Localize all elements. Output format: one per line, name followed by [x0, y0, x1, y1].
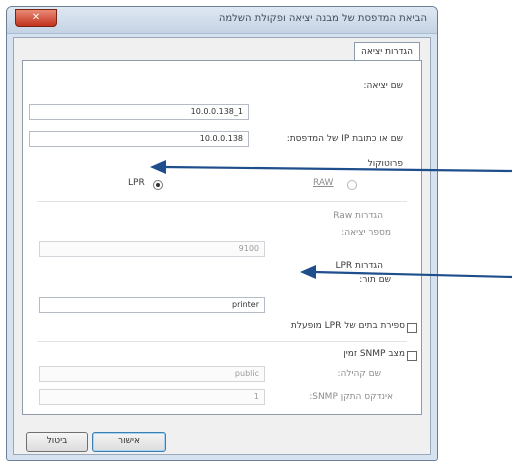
dialog-body: הגדרות יציאה שם יציאה: 10.0.0.138_1 שם א…	[13, 37, 431, 455]
lpr-radio[interactable]	[153, 180, 163, 190]
snmp-device-index-field[interactable]: 1	[39, 389, 265, 405]
port-name-field[interactable]: 10.0.0.138_1	[29, 104, 249, 120]
raw-radio[interactable]	[347, 180, 357, 190]
separator	[37, 201, 407, 202]
printer-address-label: שם או כתובת IP של המדפסת:	[286, 134, 403, 144]
community-name-label: שם קהילה:	[337, 369, 381, 379]
raw-port-number-field[interactable]: 9100	[39, 241, 265, 257]
ok-button[interactable]: אישור	[92, 432, 166, 452]
queue-name-field[interactable]: printer	[39, 297, 265, 313]
separator	[37, 341, 407, 342]
arrow-to-queue-name-icon	[300, 265, 512, 279]
lpr-byte-count-checkbox[interactable]	[407, 323, 417, 333]
title-bar: ✕ הביאת המדפסת של מבנה יציאה ופקולת השלמ…	[7, 7, 437, 34]
snmp-device-index-label: אינדקס התקן SNMP:	[309, 392, 393, 402]
close-button[interactable]: ✕	[15, 9, 57, 27]
snmp-enabled-checkbox[interactable]	[407, 351, 417, 361]
lpr-label: LPR	[128, 178, 145, 188]
port-name-label: שם יציאה:	[363, 81, 403, 91]
raw-settings-header: הגדרות Raw	[333, 211, 383, 221]
raw-port-number-label: מספר יציאה:	[341, 228, 391, 238]
lpr-byte-count-label: ספירת בתים של LPR מופעלת	[290, 321, 405, 331]
community-name-field[interactable]: public	[39, 366, 265, 382]
window-title: הביאת המדפסת של מבנה יציאה ופקולת השלמה	[218, 13, 427, 24]
port-settings-dialog: ✕ הביאת המדפסת של מבנה יציאה ופקולת השלמ…	[6, 6, 438, 461]
cancel-button[interactable]: ביטול	[26, 432, 88, 452]
arrow-to-lpr-radio-icon	[150, 160, 512, 174]
printer-address-field[interactable]: 10.0.0.138	[29, 131, 249, 147]
tab-panel: שם יציאה: 10.0.0.138_1 שם או כתובת IP של…	[22, 60, 422, 415]
snmp-enabled-label: מצב SNMP זמין	[343, 349, 405, 359]
tab-port-settings[interactable]: הגדרות יציאה	[354, 42, 420, 61]
